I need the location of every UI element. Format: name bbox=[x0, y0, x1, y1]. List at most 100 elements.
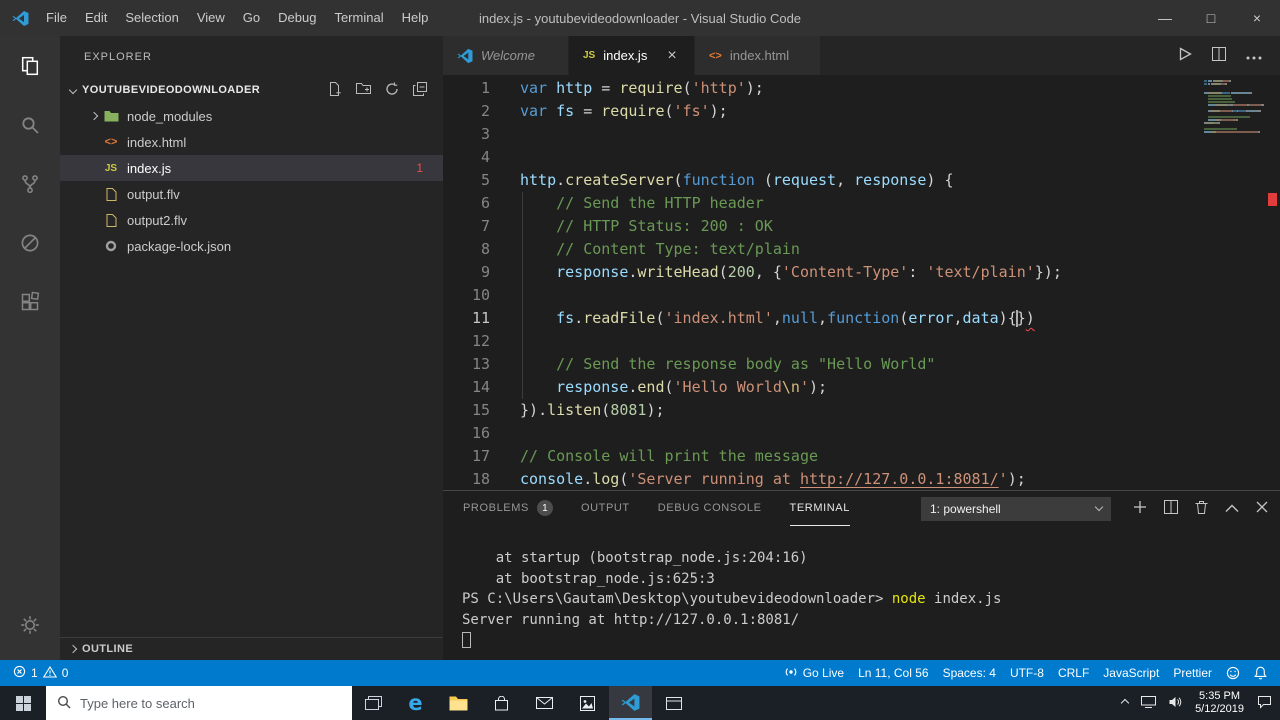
editor-tab-index.html[interactable]: <> index.html bbox=[695, 36, 821, 75]
shell-select-value: 1: powershell bbox=[930, 501, 1001, 516]
formatter-status[interactable]: Prettier bbox=[1166, 660, 1219, 686]
terminal-output[interactable]: at startup (bootstrap_node.js:204:16) at… bbox=[443, 526, 1280, 660]
tray-expand-icon[interactable] bbox=[1120, 698, 1130, 708]
code-line-2[interactable]: 2 var fs = require('fs'); bbox=[443, 100, 1200, 123]
editor-group: Welcome JS index.js × <> index.html 1 var http… bbox=[443, 36, 1280, 660]
minimap[interactable] bbox=[1200, 75, 1266, 490]
file-item-output2.flv[interactable]: output2.flv bbox=[60, 207, 443, 233]
extensions-icon[interactable] bbox=[0, 278, 60, 326]
tab-label: index.html bbox=[729, 48, 790, 63]
volume-icon[interactable] bbox=[1169, 696, 1182, 711]
code-line-17[interactable]: 17// Console will print the message bbox=[443, 445, 1200, 468]
code-line-10[interactable]: 10 bbox=[443, 284, 1200, 307]
code-line-18[interactable]: 18 console.log('Server running at http://… bbox=[443, 468, 1200, 490]
go-live-button[interactable]: Go Live bbox=[777, 660, 851, 686]
code-line-13[interactable]: 13 // Send the response body as "Hello W… bbox=[443, 353, 1200, 376]
split-editor-icon[interactable] bbox=[1212, 47, 1226, 64]
editor-tab-Welcome[interactable]: Welcome bbox=[443, 36, 569, 75]
cursor-position[interactable]: Ln 11, Col 56 bbox=[851, 660, 936, 686]
new-file-icon[interactable] bbox=[328, 81, 342, 99]
outline-section[interactable]: OUTLINE bbox=[60, 637, 443, 660]
editor-tab-index.js[interactable]: JS index.js × bbox=[569, 36, 695, 75]
code-editor[interactable]: 1 var http = require('http'); 2 var fs = re… bbox=[443, 75, 1280, 490]
code-line-16[interactable]: 16 bbox=[443, 422, 1200, 445]
root-folder-row[interactable]: YOUTUBEVIDEODOWNLOADER bbox=[60, 77, 443, 103]
settings-gear-icon[interactable] bbox=[0, 601, 60, 649]
action-center-icon[interactable] bbox=[1257, 695, 1272, 712]
code-line-5[interactable]: 5 http.createServer(function (request, re… bbox=[443, 169, 1200, 192]
menu-go[interactable]: Go bbox=[234, 10, 269, 25]
close-tab-icon[interactable]: × bbox=[667, 47, 676, 65]
taskbar-app-vscode[interactable] bbox=[609, 686, 652, 720]
menu-file[interactable]: File bbox=[37, 10, 76, 25]
indentation-setting[interactable]: Spaces: 4 bbox=[936, 660, 1003, 686]
explorer-icon[interactable] bbox=[0, 42, 60, 90]
menu-terminal[interactable]: Terminal bbox=[325, 10, 392, 25]
code-area[interactable]: 1 var http = require('http'); 2 var fs = re… bbox=[443, 75, 1200, 490]
code-line-12[interactable]: 12 bbox=[443, 330, 1200, 353]
menu-help[interactable]: Help bbox=[393, 10, 438, 25]
menu-debug[interactable]: Debug bbox=[269, 10, 325, 25]
feedback-smiley-icon[interactable] bbox=[1219, 660, 1247, 686]
minimize-button[interactable]: — bbox=[1142, 0, 1188, 36]
code-line-3[interactable]: 3 bbox=[443, 123, 1200, 146]
code-line-1[interactable]: 1 var http = require('http'); bbox=[443, 77, 1200, 100]
taskbar-search[interactable] bbox=[46, 686, 352, 720]
menu-view[interactable]: View bbox=[188, 10, 234, 25]
code-line-14[interactable]: 14 response.end('Hello World\n'); bbox=[443, 376, 1200, 399]
encoding-setting[interactable]: UTF-8 bbox=[1003, 660, 1051, 686]
code-line-9[interactable]: 9 response.writeHead(200, {'Content-Type… bbox=[443, 261, 1200, 284]
kill-terminal-icon[interactable] bbox=[1195, 500, 1208, 517]
menu-selection[interactable]: Selection bbox=[116, 10, 187, 25]
refresh-icon[interactable] bbox=[385, 82, 399, 99]
language-mode[interactable]: JavaScript bbox=[1096, 660, 1166, 686]
new-folder-icon[interactable] bbox=[356, 82, 371, 98]
terminal-shell-select[interactable]: 1: powershell bbox=[921, 496, 1111, 521]
taskbar-app-file-explorer-2[interactable] bbox=[652, 686, 695, 720]
line-number: 13 bbox=[471, 355, 490, 373]
file-item-index.html[interactable]: <> index.html bbox=[60, 129, 443, 155]
taskbar-app-photos[interactable] bbox=[566, 686, 609, 720]
panel-tab-terminal[interactable]: TERMINAL bbox=[789, 491, 850, 526]
code-line-11[interactable]: 11 fs.readFile('index.html',null,functio… bbox=[443, 307, 1200, 330]
maximize-panel-icon[interactable] bbox=[1225, 501, 1239, 516]
panel-tab-debug-console[interactable]: DEBUG CONSOLE bbox=[658, 491, 762, 526]
split-terminal-icon[interactable] bbox=[1164, 500, 1178, 517]
file-item-output.flv[interactable]: output.flv bbox=[60, 181, 443, 207]
code-line-15[interactable]: 15}).listen(8081); bbox=[443, 399, 1200, 422]
run-icon[interactable] bbox=[1179, 47, 1192, 64]
network-icon[interactable] bbox=[1141, 695, 1157, 711]
taskbar-app-edge[interactable]: e bbox=[394, 686, 437, 720]
taskbar-clock[interactable]: 5:35 PM 5/12/2019 bbox=[1195, 690, 1244, 716]
overview-ruler[interactable] bbox=[1266, 75, 1280, 490]
search-icon[interactable] bbox=[0, 101, 60, 149]
new-terminal-icon[interactable] bbox=[1133, 500, 1147, 517]
search-input[interactable] bbox=[80, 695, 341, 711]
code-line-6[interactable]: 6 // Send the HTTP header bbox=[443, 192, 1200, 215]
panel-tab-problems[interactable]: PROBLEMS 1 bbox=[463, 491, 553, 526]
start-button[interactable] bbox=[0, 686, 46, 720]
debug-icon[interactable] bbox=[0, 219, 60, 267]
close-panel-icon[interactable] bbox=[1256, 501, 1268, 516]
file-item-package-lock.json[interactable]: package-lock.json bbox=[60, 233, 443, 259]
collapse-folders-icon[interactable] bbox=[413, 81, 427, 99]
file-item-node_modules[interactable]: node_modules bbox=[60, 103, 443, 129]
taskbar-app-file-explorer[interactable] bbox=[437, 686, 480, 720]
eol-setting[interactable]: CRLF bbox=[1051, 660, 1096, 686]
maximize-button[interactable]: □ bbox=[1188, 0, 1234, 36]
code-line-8[interactable]: 8 // Content Type: text/plain bbox=[443, 238, 1200, 261]
menu-edit[interactable]: Edit bbox=[76, 10, 116, 25]
task-view-icon[interactable] bbox=[352, 686, 394, 720]
panel-tab-output[interactable]: OUTPUT bbox=[581, 491, 630, 526]
taskbar-app-mail[interactable] bbox=[523, 686, 566, 720]
source-control-icon[interactable] bbox=[0, 160, 60, 208]
code-line-4[interactable]: 4 bbox=[443, 146, 1200, 169]
close-button[interactable]: × bbox=[1234, 0, 1280, 36]
code-line-7[interactable]: 7 // HTTP Status: 200 : OK bbox=[443, 215, 1200, 238]
notifications-bell-icon[interactable] bbox=[1247, 660, 1274, 686]
file-name: index.html bbox=[127, 134, 187, 150]
file-item-index.js[interactable]: JS index.js 1 bbox=[60, 155, 443, 181]
taskbar-app-store[interactable] bbox=[480, 686, 523, 720]
more-actions-icon[interactable] bbox=[1246, 48, 1262, 63]
problems-status[interactable]: 1 0 bbox=[6, 660, 75, 686]
